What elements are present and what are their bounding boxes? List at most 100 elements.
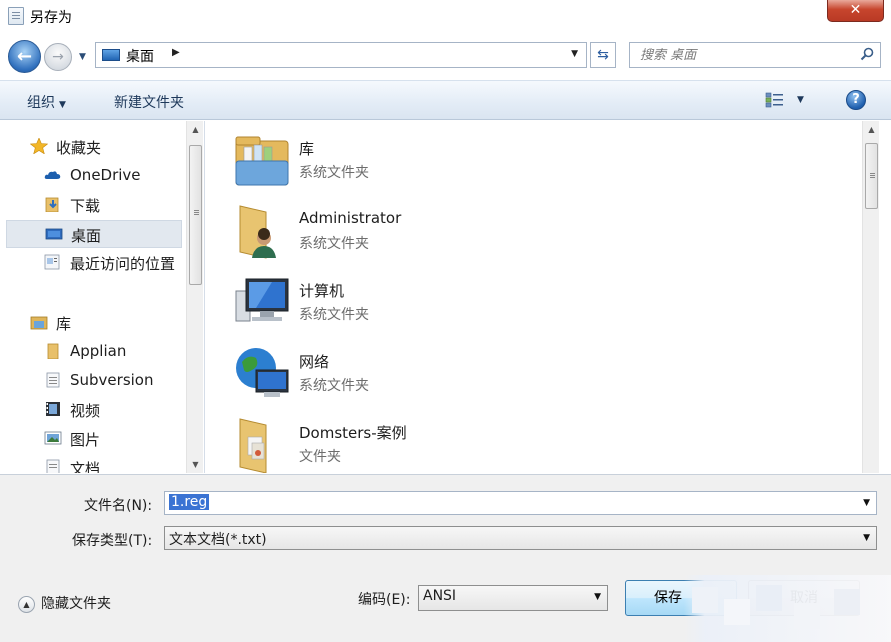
- library-icon: [30, 316, 48, 330]
- address-dropdown-icon[interactable]: ▼: [571, 49, 578, 59]
- notepad-document-icon: [8, 7, 24, 25]
- network-globe-icon: [236, 348, 289, 397]
- scroll-down-icon[interactable]: ▼: [187, 456, 204, 473]
- breadcrumb-desktop[interactable]: 桌面: [126, 46, 154, 66]
- chevron-up-icon: ▲: [18, 595, 35, 613]
- pixelated-watermark: [684, 575, 891, 642]
- organize-label: 组织: [27, 95, 55, 111]
- view-options-icon[interactable]: [765, 92, 785, 108]
- downloads-folder-icon: [45, 197, 59, 212]
- title-bar: 另存为 ✕: [0, 0, 891, 34]
- organize-button[interactable]: 组织 ▼: [27, 92, 66, 112]
- filename-label: 文件名(N):: [84, 498, 153, 514]
- filetype-value: 文本文档(*.txt): [169, 532, 267, 548]
- file-name: Domsters-案例: [299, 424, 407, 442]
- refresh-button[interactable]: ⇆: [590, 42, 616, 68]
- chevron-down-icon[interactable]: ▼: [863, 533, 870, 543]
- documents-icon: [46, 459, 60, 473]
- file-list-scrollbar[interactable]: ▲: [862, 121, 879, 473]
- nav-item-favorites[interactable]: 收藏夹: [6, 133, 182, 161]
- file-name: 网络: [299, 353, 330, 371]
- library-large-icon: [235, 136, 289, 186]
- encoding-select[interactable]: ANSI ▼: [418, 585, 608, 611]
- search-input[interactable]: [630, 43, 850, 67]
- nav-item-onedrive[interactable]: OneDrive: [6, 162, 182, 190]
- search-icon[interactable]: [860, 47, 874, 61]
- nav-label: OneDrive: [70, 166, 141, 184]
- watermark-cell: [834, 589, 860, 615]
- scroll-up-icon[interactable]: ▲: [187, 121, 204, 138]
- watermark-cell: [756, 585, 782, 611]
- search-box[interactable]: [629, 42, 881, 68]
- nav-pane-scrollbar[interactable]: ▲ ▼: [186, 121, 203, 473]
- address-bar[interactable]: 桌面 ▶ ▼: [95, 42, 587, 68]
- user-folder-icon: [239, 205, 276, 259]
- nav-item-applian[interactable]: Applian: [6, 338, 182, 366]
- nav-label: 下载: [70, 197, 101, 215]
- hide-folders-label: 隐藏文件夹: [41, 596, 111, 612]
- document-icon: [46, 372, 60, 388]
- nav-item-desktop[interactable]: 桌面: [6, 220, 182, 248]
- nav-item-pictures[interactable]: 图片: [6, 425, 182, 453]
- chevron-down-icon[interactable]: ▼: [863, 498, 870, 508]
- nav-label: 收藏夹: [56, 139, 102, 157]
- forward-button[interactable]: →: [44, 43, 72, 71]
- watermark-cell: [724, 599, 750, 625]
- scrollbar-thumb[interactable]: [865, 143, 878, 209]
- address-row: ← → ▼ 桌面 ▶ ▼ ⇆: [0, 34, 891, 80]
- nav-label: 文档: [70, 460, 101, 473]
- nav-label: Subversion: [70, 371, 154, 389]
- grip-icon: [194, 210, 199, 211]
- encoding-value: ANSI: [423, 588, 457, 604]
- file-item-domsters[interactable]: Domsters-案例 文件夹: [226, 409, 646, 473]
- new-folder-button[interactable]: 新建文件夹: [114, 92, 184, 112]
- desktop-icon: [102, 49, 120, 61]
- back-button[interactable]: ←: [8, 40, 41, 73]
- file-name: 计算机: [299, 282, 345, 300]
- nav-item-documents[interactable]: 文档: [6, 454, 182, 473]
- filetype-label: 保存类型(T):: [72, 533, 153, 549]
- file-item-network[interactable]: 网络 系统文件夹: [226, 338, 646, 404]
- view-dropdown-icon[interactable]: ▼: [797, 95, 804, 105]
- save-form: 文件名(N): 1.reg ▼ 保存类型(T): 文本文档(*.txt) ▼ ▲…: [0, 474, 891, 642]
- file-list-pane: 库 系统文件夹 Administrator 系统文件夹 计算机 系统文件夹 网络…: [206, 121, 886, 473]
- nav-item-libraries[interactable]: 库: [6, 309, 182, 337]
- pictures-icon: [44, 431, 62, 445]
- star-icon: [30, 138, 48, 154]
- nav-item-subversion[interactable]: Subversion: [6, 367, 182, 395]
- file-item-administrator[interactable]: Administrator 系统文件夹: [226, 196, 646, 262]
- recent-places-icon: [44, 254, 60, 270]
- computer-icon: [235, 278, 289, 322]
- desktop-icon: [45, 228, 63, 240]
- grip-icon: [870, 173, 875, 174]
- breadcrumb-chevron-icon[interactable]: ▶: [172, 47, 180, 58]
- folder-icon: [47, 343, 59, 359]
- nav-item-videos[interactable]: 视频: [6, 396, 182, 424]
- nav-label: 最近访问的位置: [70, 255, 176, 273]
- chevron-down-icon[interactable]: ▼: [594, 592, 601, 602]
- file-type: 系统文件夹: [299, 378, 369, 394]
- file-type: 系统文件夹: [299, 307, 369, 323]
- navigation-pane: 收藏夹 OneDrive 下载 桌面 最近访问的位置 库 Applian Sub…: [0, 121, 205, 473]
- scroll-up-icon[interactable]: ▲: [863, 121, 880, 138]
- file-type: 系统文件夹: [299, 165, 369, 181]
- filetype-select[interactable]: 文本文档(*.txt) ▼: [164, 526, 877, 550]
- nav-item-downloads[interactable]: 下载: [6, 191, 182, 219]
- nav-item-recent-places[interactable]: 最近访问的位置: [6, 249, 182, 277]
- video-icon: [46, 402, 60, 416]
- close-button[interactable]: ✕: [827, 0, 884, 22]
- filename-value: 1.reg: [169, 494, 210, 510]
- window-title: 另存为: [30, 10, 72, 26]
- scrollbar-thumb[interactable]: [189, 145, 202, 285]
- hide-folders-toggle[interactable]: ▲ 隐藏文件夹: [18, 593, 111, 613]
- encoding-label: 编码(E):: [358, 592, 411, 608]
- filename-selected-text: 1.reg: [169, 494, 210, 510]
- command-toolbar: 组织 ▼ 新建文件夹 ▼ ?: [0, 80, 891, 120]
- file-name: Administrator: [299, 209, 402, 227]
- recent-locations-dropdown-icon[interactable]: ▼: [79, 52, 86, 62]
- help-icon[interactable]: ?: [846, 90, 866, 110]
- file-item-library[interactable]: 库 系统文件夹: [226, 125, 646, 191]
- file-item-computer[interactable]: 计算机 系统文件夹: [226, 267, 646, 333]
- filename-input[interactable]: 1.reg ▼: [164, 491, 877, 515]
- file-type: 文件夹: [299, 449, 341, 465]
